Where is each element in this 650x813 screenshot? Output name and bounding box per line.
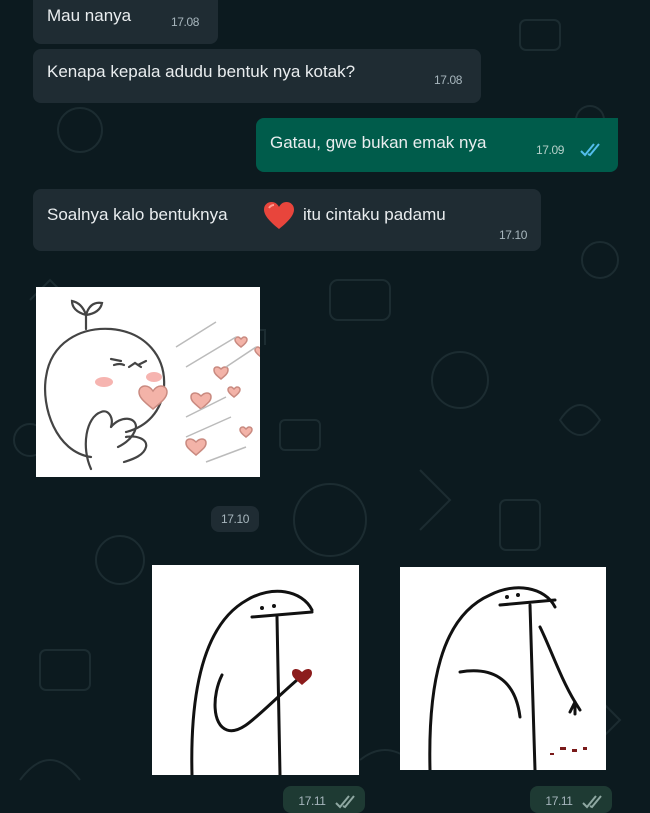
incoming-message[interactable]: Kenapa kepala adudu bentuk nya kotak? 17… [33,49,481,103]
message-time: 17.10 [499,228,528,242]
sticker-time-badge: 17.11 [530,786,612,813]
message-time: 17.08 [171,15,200,29]
message-time: 17.11 [298,794,326,808]
outgoing-message[interactable]: Gatau, gwe bukan emak nya 17.09 [256,118,618,172]
message-time: 17.08 [434,73,463,87]
message-text: Kenapa kepala adudu bentuk nya kotak? [47,62,356,81]
read-ticks-icon [335,795,355,809]
blush-face-drawing [44,299,260,471]
flork-drawing-2 [428,586,587,770]
incoming-message[interactable]: Soalnya kalo bentuknya itu cintaku padam… [33,189,541,251]
message-text: itu cintaku padamu [303,205,446,224]
cute-blush-hearts-sticker[interactable] [36,287,260,477]
sticker-time-badge: 17.10 [211,506,259,532]
message-time: 17.09 [536,143,565,157]
message-text: Mau nanya [47,6,132,25]
read-ticks-icon [582,795,602,809]
flork-dropping-heart-sticker[interactable] [400,567,606,770]
flork-drawing-1 [190,589,314,775]
read-ticks-icon [580,143,600,157]
message-time: 17.10 [220,512,250,526]
flork-holding-heart-sticker[interactable] [152,565,359,775]
incoming-message[interactable]: Mau nanya 17.08 [33,0,218,44]
sticker-time-badge: 17.11 [283,786,365,813]
heart-emoji [264,202,294,229]
message-text: Gatau, gwe bukan emak nya [270,133,487,152]
message-time: 17.11 [545,794,573,808]
message-text: Soalnya kalo bentuknya [47,205,228,224]
